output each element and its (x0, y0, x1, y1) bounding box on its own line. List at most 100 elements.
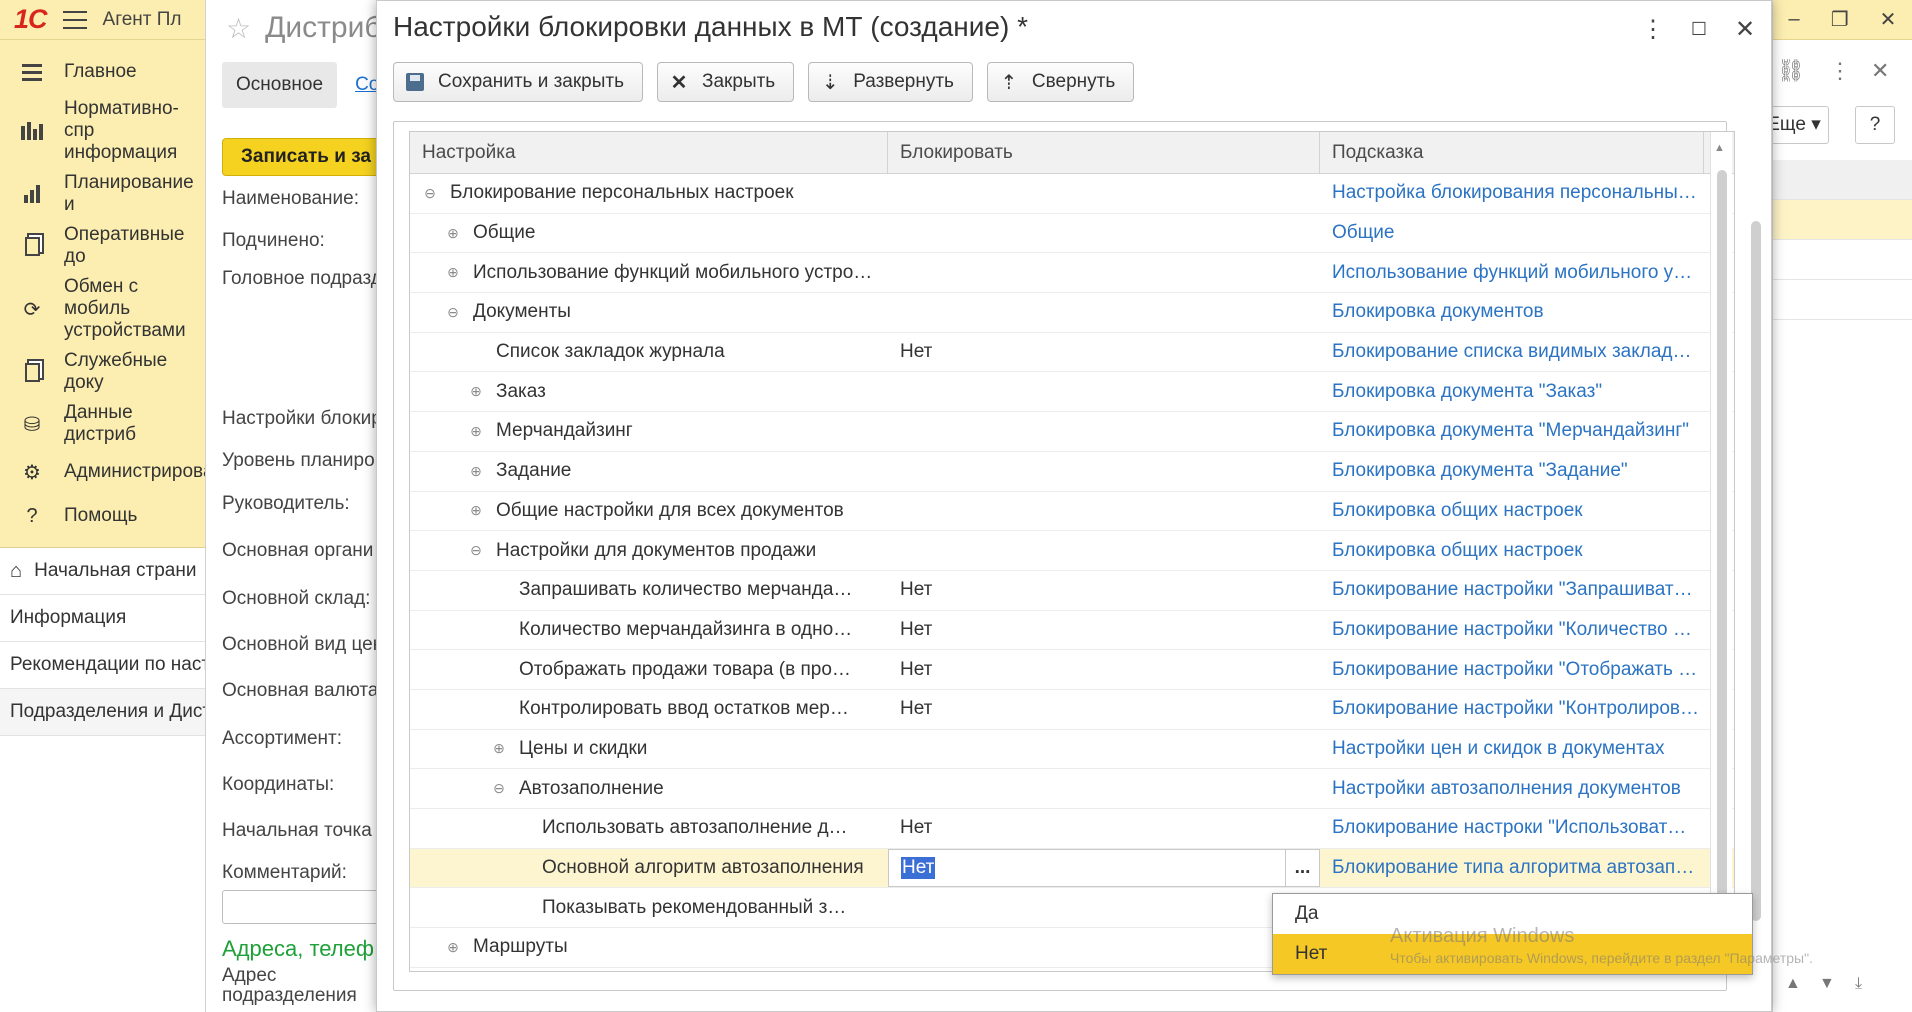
scrollbar-thumb[interactable] (1717, 170, 1727, 940)
nav-home-page[interactable]: ⌂ Начальная страни (0, 548, 205, 595)
cell-block[interactable]: Нет (888, 809, 1320, 848)
hint-link[interactable]: Блокирование настройки "Запрашиват… (1320, 571, 1704, 610)
cell-block[interactable]: Нет (888, 650, 1320, 689)
more-vertical-icon[interactable]: ⋮ (1829, 58, 1851, 84)
collapse-button[interactable]: ⇡ Свернуть (986, 62, 1135, 102)
list-row[interactable] (1773, 280, 1912, 320)
cell-block[interactable] (888, 730, 1320, 769)
close-icon[interactable]: ✕ (1731, 15, 1759, 43)
nav-departments[interactable]: Подразделения и Дист (0, 689, 205, 736)
table-row[interactable]: Список закладок журнала Нет Блокирование с… (410, 333, 1734, 373)
hint-link[interactable]: Использование функций мобильного у… (1320, 253, 1704, 292)
table-row[interactable]: ⊕ Использование функций мобильного устро…… (410, 253, 1734, 294)
hint-link[interactable]: Блокировка общих настроек (1320, 531, 1704, 570)
hint-link[interactable]: Блокировка документа "Мерчандайзинг" (1320, 412, 1704, 451)
table-scrollbar[interactable]: ▲ ▼ (1710, 132, 1732, 972)
hint-link[interactable]: Блокирование настройки "Количество … (1320, 611, 1704, 650)
section-operational-docs[interactable]: Оперативные до (0, 220, 205, 272)
table-row[interactable]: ⊕ Задание Блокировка документа "Задание" (410, 452, 1734, 492)
minimize-icon[interactable]: – (1789, 8, 1800, 31)
expand-node-icon[interactable]: ⊕ (445, 939, 461, 956)
hint-link[interactable]: Блокирование типа алгоритма автозап… (1320, 849, 1704, 888)
column-header-setting[interactable]: Настройка (410, 132, 888, 173)
nav-recommendations[interactable]: Рекомендации по наст (0, 642, 205, 689)
cell-block[interactable] (888, 412, 1320, 451)
cell-block[interactable] (888, 928, 1320, 967)
section-administration[interactable]: ⚙ Администрирова (0, 450, 205, 494)
expand-node-icon[interactable]: ⊕ (491, 740, 507, 757)
cell-block[interactable] (888, 531, 1320, 570)
cell-block[interactable] (888, 888, 1320, 927)
list-row-selected[interactable] (1773, 200, 1912, 240)
hamburger-menu-icon[interactable] (62, 10, 87, 29)
cell-block[interactable]: Нет (888, 571, 1320, 610)
table-row[interactable]: ⊖ Документы Блокировка документов (410, 293, 1734, 333)
cell-block[interactable]: Нет (888, 690, 1320, 729)
scrollbar-thumb[interactable] (1751, 221, 1761, 921)
hint-link[interactable]: Общие (1320, 214, 1704, 253)
section-reference-info[interactable]: Нормативно-спр информация (0, 94, 205, 168)
dialog-scrollbar[interactable] (1751, 131, 1763, 971)
hint-link[interactable]: Блокирование настроки "Использоват… (1320, 809, 1704, 848)
cell-block[interactable] (888, 253, 1320, 292)
expand-node-icon[interactable]: ⊕ (468, 502, 484, 519)
section-service-docs[interactable]: Служебные доку (0, 346, 205, 398)
cell-block[interactable] (888, 452, 1320, 491)
scroll-end-icon[interactable]: ⤓ (1855, 975, 1862, 993)
hint-link[interactable]: Настройки цен и скидок в документах (1320, 730, 1704, 769)
hint-link[interactable]: Блокировка документов (1320, 293, 1704, 332)
cell-block[interactable]: Нет (888, 333, 1320, 372)
expand-node-icon[interactable]: ⊕ (445, 225, 461, 242)
cell-block[interactable]: Нет (888, 611, 1320, 650)
cell-block[interactable] (888, 293, 1320, 332)
column-header-block[interactable]: Блокировать (888, 132, 1320, 173)
hint-link[interactable]: Блокировка документа "Задание" (1320, 452, 1704, 491)
section-main[interactable]: Главное (0, 50, 205, 94)
table-row[interactable]: ⊕ Общие Общие (410, 214, 1734, 254)
select-value-button[interactable]: ... (1285, 849, 1319, 887)
table-row[interactable]: Запрашивать количество мерчанда… Нет Блоки… (410, 571, 1734, 611)
more-button[interactable]: Еще ▾ (1773, 106, 1829, 144)
list-row[interactable] (1773, 240, 1912, 280)
column-header-hint[interactable]: Подсказка (1320, 132, 1704, 173)
section-help[interactable]: ? Помощь (0, 494, 205, 538)
scroll-down-icon[interactable]: ▼ (1819, 975, 1835, 993)
table-row[interactable]: Основной алгоритм автозаполнения Нет... Бл… (410, 848, 1734, 889)
section-distributor-data[interactable]: ⛁ Данные дистриб (0, 398, 205, 450)
comment-input[interactable] (222, 890, 376, 924)
expand-node-icon[interactable]: ⊕ (468, 383, 484, 400)
link-icon[interactable]: ⛓ (1777, 58, 1805, 84)
hint-link[interactable]: Блокирование настройки "Отображать … (1320, 650, 1704, 689)
cell-block[interactable] (888, 492, 1320, 531)
favorite-star-icon[interactable]: ☆ (226, 12, 251, 45)
expand-node-icon[interactable]: ⊕ (468, 463, 484, 480)
restore-icon[interactable]: ❐ (1831, 7, 1849, 32)
collapse-node-icon[interactable]: ⊖ (491, 780, 507, 797)
dropdown-option-no[interactable]: Нет (1273, 934, 1752, 974)
expand-node-icon[interactable]: ⊕ (468, 423, 484, 440)
collapse-node-icon[interactable]: ⊖ (445, 304, 461, 321)
scroll-up-icon[interactable]: ▲ (1714, 142, 1725, 154)
table-row[interactable]: ⊕ Мерчандайзинг Блокировка документа "Мерч… (410, 412, 1734, 452)
hint-link[interactable]: Блокировка общих настроек (1320, 492, 1704, 531)
save-and-close-button[interactable]: Сохранить и закрыть (393, 62, 644, 102)
table-row[interactable]: ⊖ Настройки для документов продажи Блокиро… (410, 531, 1734, 571)
close-icon[interactable]: ✕ (1871, 58, 1889, 84)
cell-block[interactable] (888, 214, 1320, 253)
table-row[interactable]: ⊖ Автозаполнение Настройки автозаполнения … (410, 769, 1734, 809)
nav-information[interactable]: Информация (0, 595, 205, 642)
cell-block[interactable] (888, 372, 1320, 411)
hint-link[interactable]: Блокирование списка видимых заклад… (1320, 333, 1704, 372)
expand-button[interactable]: ⇣ Развернуть (808, 62, 973, 102)
collapse-node-icon[interactable]: ⊖ (468, 542, 484, 559)
section-mobile-exchange[interactable]: ⟳ Обмен с мобиль устройствами (0, 272, 205, 346)
dropdown-option-yes[interactable]: Да (1273, 894, 1752, 934)
maximize-icon[interactable]: ☐ (1685, 15, 1713, 43)
expand-node-icon[interactable]: ⊕ (445, 264, 461, 281)
table-row[interactable]: ⊖ Блокирование персональных настроек Настр… (410, 174, 1734, 214)
hint-link[interactable]: Блокировка документа "Заказ" (1320, 372, 1704, 411)
table-row[interactable]: Контролировать ввод остатков мер… Нет Блок… (410, 690, 1734, 730)
cell-block[interactable] (888, 174, 1320, 213)
collapse-node-icon[interactable]: ⊖ (422, 185, 438, 202)
tab-main[interactable]: Основное (222, 62, 338, 108)
